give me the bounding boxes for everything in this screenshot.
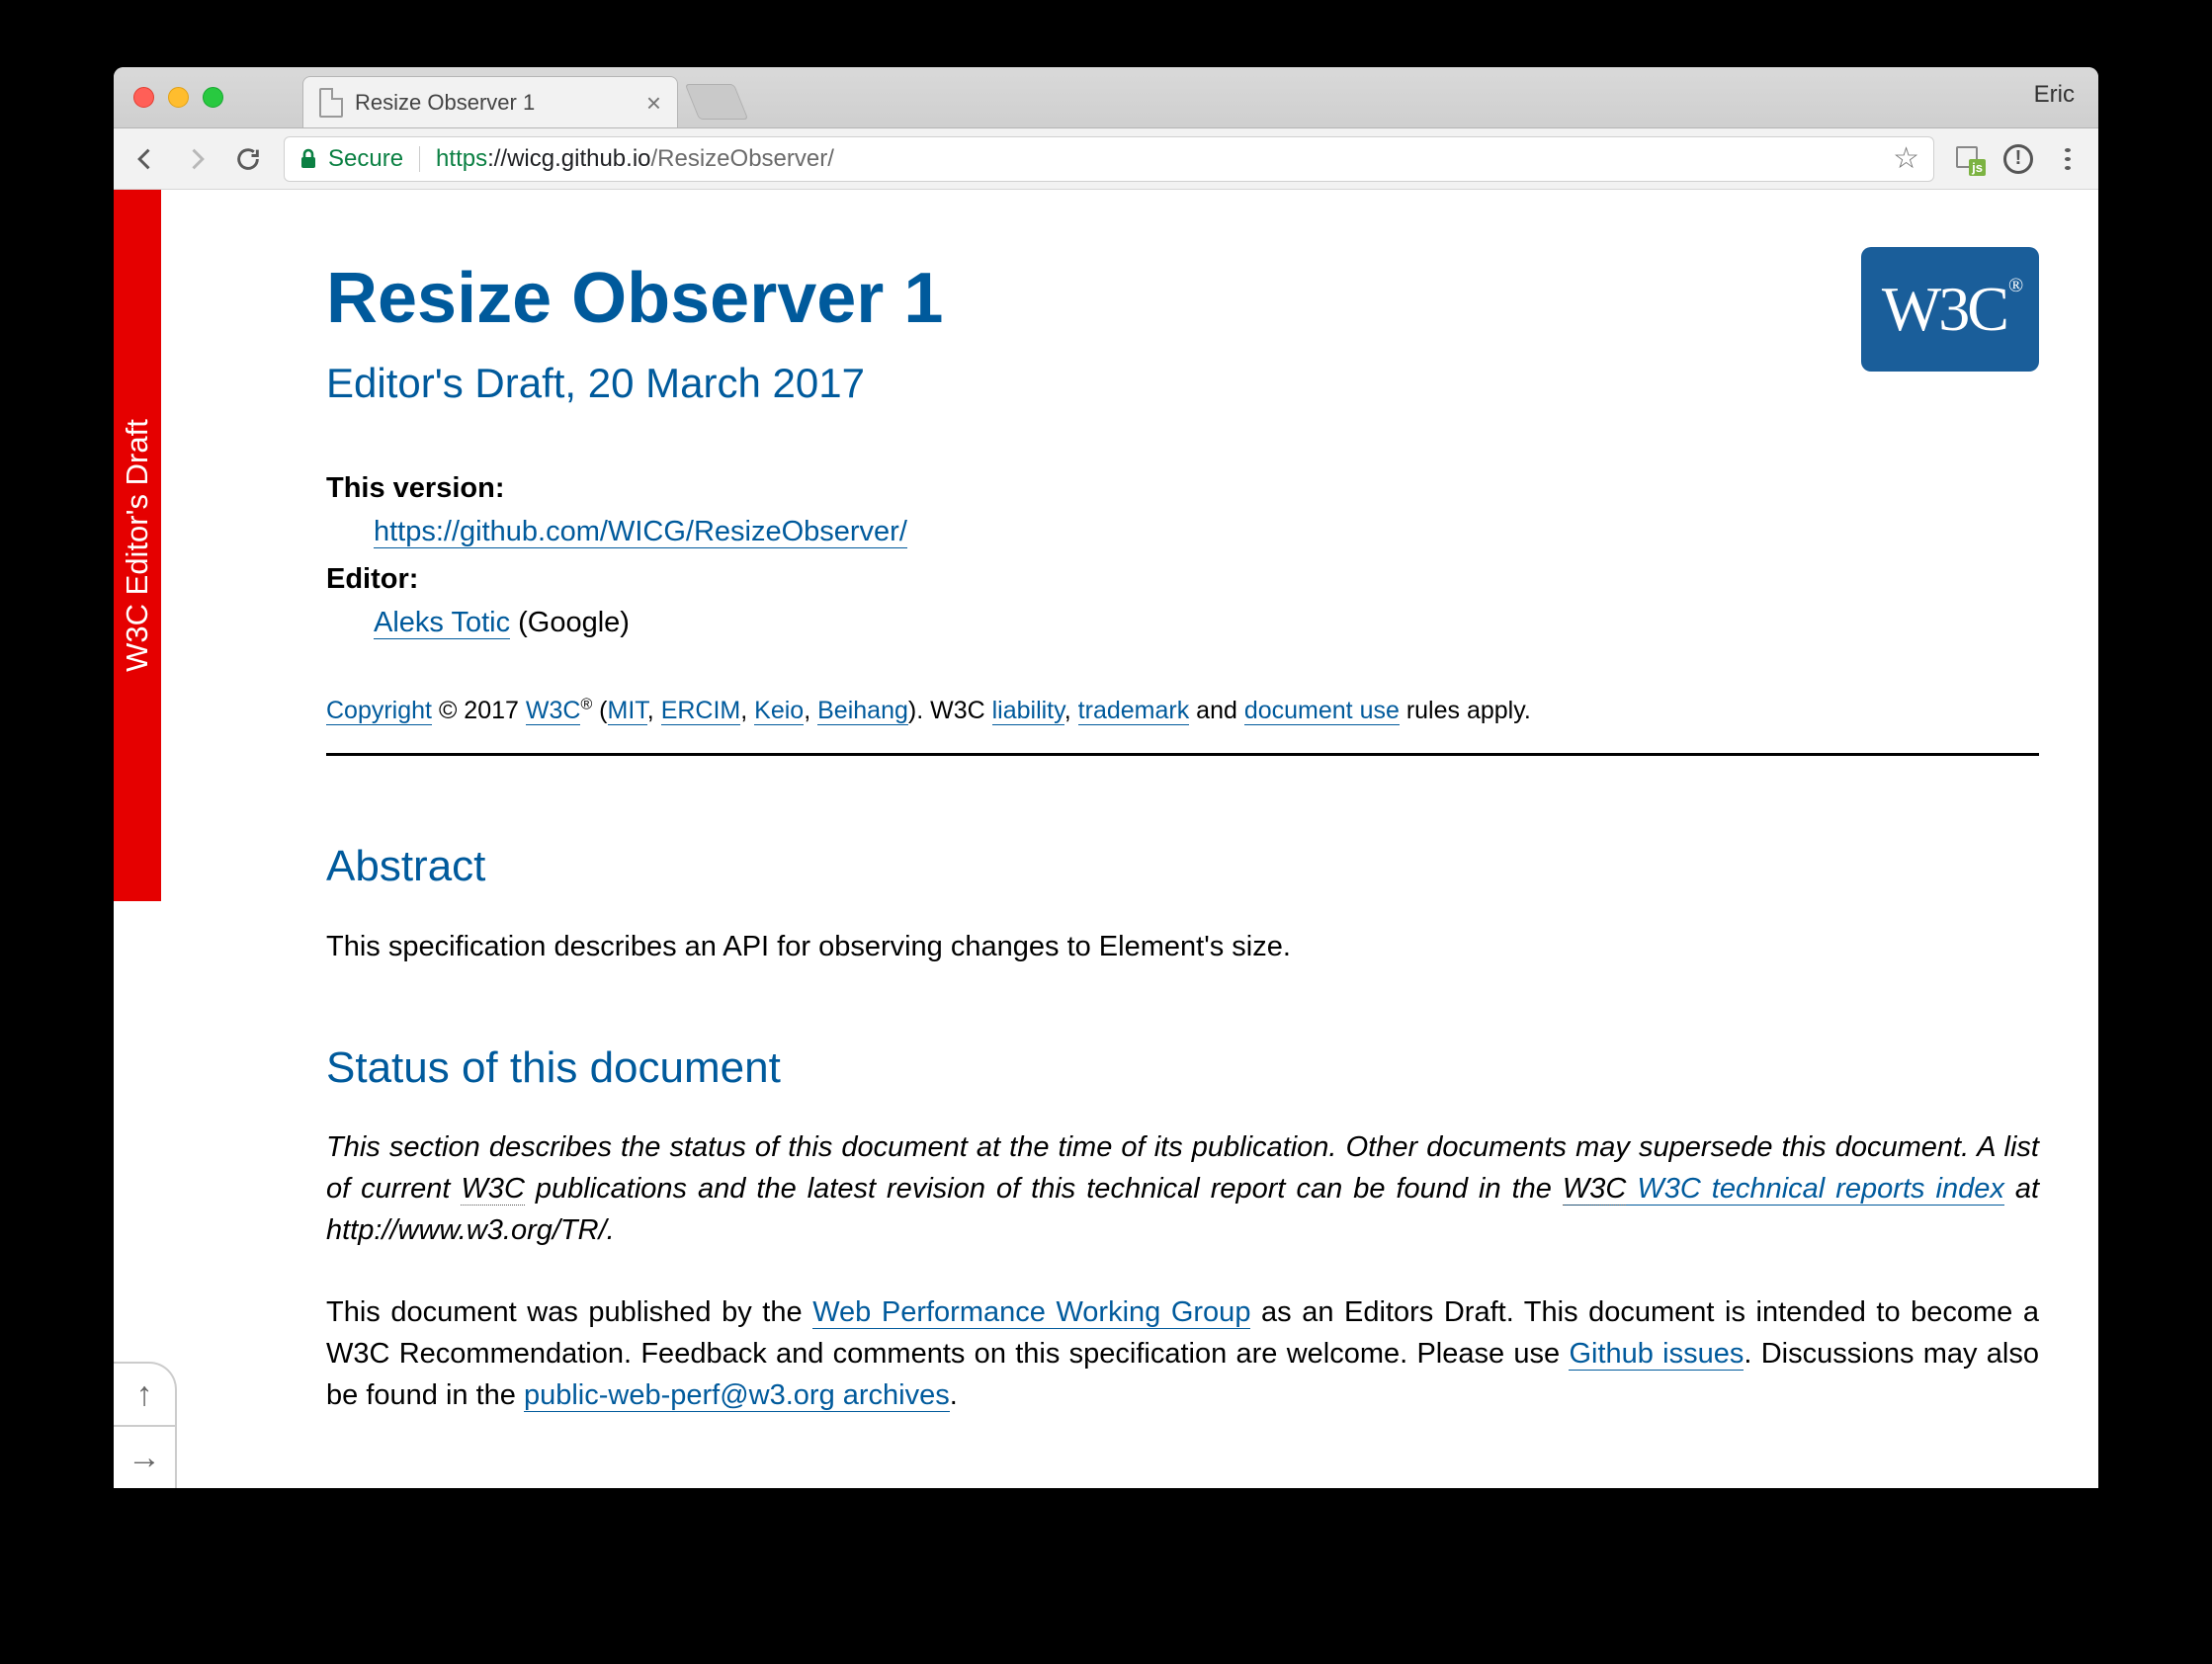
new-tab-button[interactable] xyxy=(685,84,749,120)
github-issues-link[interactable]: Github issues xyxy=(1569,1338,1744,1371)
spec-content: W3C® Resize Observer 1 Editor's Draft, 2… xyxy=(326,247,2039,1416)
window-controls xyxy=(114,67,243,127)
w3c-logo[interactable]: W3C® xyxy=(1861,247,2039,372)
toolbar: Secure https://wicg.github.io/ResizeObse… xyxy=(114,128,2098,190)
tab-title: Resize Observer 1 xyxy=(355,90,535,116)
browser-tab[interactable]: Resize Observer 1 × xyxy=(302,76,678,127)
page-favicon-icon xyxy=(319,88,343,118)
bookmark-star-icon[interactable]: ☆ xyxy=(1893,141,1919,176)
close-window-button[interactable] xyxy=(133,87,154,108)
w3c-abbr[interactable]: W3C xyxy=(526,697,581,725)
mit-link[interactable]: MIT xyxy=(608,697,647,725)
page-subtitle: Editor's Draft, 20 March 2017 xyxy=(326,354,2039,414)
separator xyxy=(419,146,420,172)
document-use-link[interactable]: document use xyxy=(1244,697,1400,725)
spec-nav-right-button[interactable]: → xyxy=(114,1425,177,1488)
reload-button[interactable] xyxy=(232,143,264,175)
abstract-text: This specification describes an API for … xyxy=(326,926,2039,967)
ercim-link[interactable]: ERCIM xyxy=(661,697,741,725)
editor-affiliation: (Google) xyxy=(510,607,630,638)
browser-menu-button[interactable] xyxy=(2053,144,2083,174)
forward-button[interactable] xyxy=(181,143,213,175)
back-button[interactable] xyxy=(129,143,161,175)
status-boilerplate: This section describes the status of thi… xyxy=(326,1126,2039,1251)
copyright-line: Copyright © 2017 W3C® (MIT, ERCIM, Keio,… xyxy=(326,693,2039,728)
editor-label: Editor: xyxy=(326,558,2039,600)
keio-link[interactable]: Keio xyxy=(754,697,804,725)
beihang-link[interactable]: Beihang xyxy=(817,697,908,725)
this-version-link[interactable]: https://github.com/WICG/ResizeObserver/ xyxy=(374,516,907,548)
draft-banner: W3C Editor's Draft xyxy=(114,190,161,901)
tr-index-link[interactable]: W3C W3C technical reports index xyxy=(1563,1173,2004,1206)
this-version-label: This version: xyxy=(326,467,2039,509)
lock-icon xyxy=(298,148,318,170)
tab-strip: Resize Observer 1 × Eric xyxy=(114,67,2098,128)
spec-nav-up-button[interactable]: ↑ xyxy=(114,1362,177,1425)
browser-window: Resize Observer 1 × Eric Secure https://… xyxy=(114,67,2098,1488)
mailing-list-link[interactable]: public-web-perf@w3.org archives xyxy=(524,1379,950,1412)
extension-js-icon[interactable] xyxy=(1954,144,1984,174)
info-icon[interactable]: ! xyxy=(2003,144,2033,174)
address-bar[interactable]: Secure https://wicg.github.io/ResizeObse… xyxy=(284,136,1934,182)
page-title: Resize Observer 1 xyxy=(326,247,2039,350)
working-group-link[interactable]: Web Performance Working Group xyxy=(812,1296,1250,1329)
abstract-heading: Abstract xyxy=(326,835,2039,898)
separator-rule xyxy=(326,753,2039,756)
minimize-window-button[interactable] xyxy=(168,87,189,108)
trademark-link[interactable]: trademark xyxy=(1078,697,1190,725)
copyright-link[interactable]: Copyright xyxy=(326,697,432,725)
spec-nav: ↑ → xyxy=(114,1362,185,1488)
profile-name[interactable]: Eric xyxy=(2034,81,2075,109)
secure-label: Secure xyxy=(328,145,403,173)
url-text: https://wicg.github.io/ResizeObserver/ xyxy=(436,145,834,173)
status-paragraph: This document was published by the Web P… xyxy=(326,1291,2039,1416)
zoom-window-button[interactable] xyxy=(203,87,223,108)
draft-banner-text: W3C Editor's Draft xyxy=(114,190,161,901)
page-viewport: W3C Editor's Draft W3C® Resize Observer … xyxy=(114,190,2098,1488)
tab-close-button[interactable]: × xyxy=(646,90,661,116)
status-heading: Status of this document xyxy=(326,1037,2039,1100)
editor-link[interactable]: Aleks Totic xyxy=(374,607,510,639)
spec-metadata: This version: https://github.com/WICG/Re… xyxy=(326,467,2039,643)
liability-link[interactable]: liability xyxy=(992,697,1064,725)
